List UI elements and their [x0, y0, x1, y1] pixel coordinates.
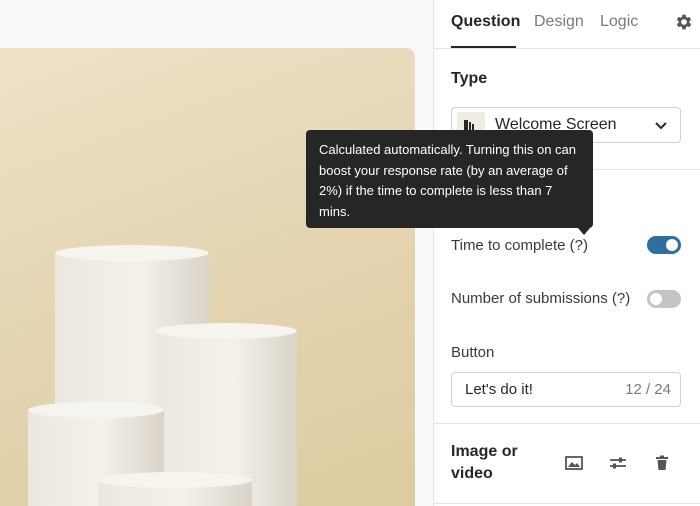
divider [434, 423, 700, 424]
divider [434, 503, 700, 504]
toggle-knob [666, 239, 678, 251]
number-of-submissions-toggle[interactable] [647, 290, 681, 308]
active-tab-indicator [451, 46, 516, 48]
type-label: Type [451, 70, 488, 87]
button-label: Button [451, 344, 495, 361]
welcome-image[interactable] [0, 48, 415, 506]
panel-tabs: Question Design Logic [434, 0, 700, 49]
time-to-complete-label: Time to complete (?) [451, 237, 588, 254]
settings-panel: Question Design Logic Type Welcome Scree… [433, 0, 700, 506]
image-icon[interactable] [564, 453, 584, 473]
number-of-submissions-label: Number of submissions (?) [451, 290, 631, 307]
tab-design[interactable]: Design [534, 13, 584, 31]
button-text-value: Let's do it! [465, 381, 533, 398]
podium-illustration [28, 245, 297, 506]
button-text-input[interactable]: Let's do it! 12 / 24 [451, 372, 681, 407]
gear-icon[interactable] [674, 12, 694, 32]
time-to-complete-tooltip: Calculated automatically. Turning this o… [306, 130, 593, 228]
tooltip-text: Calculated automatically. Turning this o… [319, 142, 577, 219]
tab-question[interactable]: Question [451, 13, 520, 31]
tab-logic[interactable]: Logic [600, 13, 638, 31]
character-counter: 12 / 24 [625, 381, 671, 398]
time-to-complete-toggle[interactable] [647, 236, 681, 254]
canvas [0, 0, 433, 506]
toggle-knob [650, 293, 662, 305]
image-or-video-label: Image or video [451, 443, 518, 482]
chevron-down-icon [655, 122, 667, 130]
sliders-icon[interactable] [608, 453, 628, 473]
tooltip-arrow [578, 228, 590, 235]
trash-icon[interactable] [652, 453, 672, 473]
